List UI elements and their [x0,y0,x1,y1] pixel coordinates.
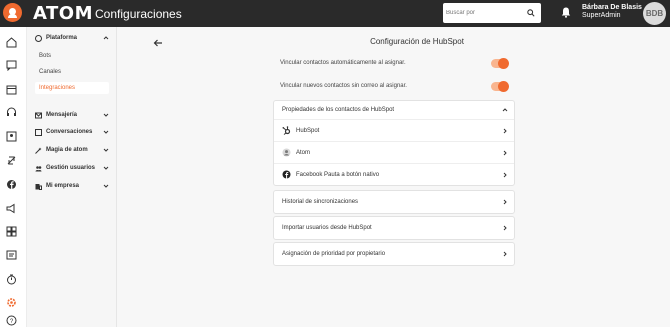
link-label: Importar usuarios desde HubSpot [282,225,372,231]
sidebar: Plataforma Bots Canales Integraciones Me… [27,27,117,327]
user-role: SuperAdmin [582,12,621,19]
back-arrow-icon[interactable] [153,38,163,48]
chevron-down-icon[interactable] [103,183,109,189]
help-icon[interactable]: ? [6,315,17,326]
properties-card: Propiedades de los contactos de HubSpot … [273,100,515,186]
chevron-right-icon[interactable] [502,172,508,178]
sidebar-subitem-integraciones[interactable]: Integraciones [35,82,109,94]
chevron-up-icon[interactable] [502,107,508,113]
timer-icon[interactable] [6,274,17,285]
toggle-label: Vincular contactos automáticamente al as… [280,60,406,66]
hubspot-icon [282,126,291,135]
settings-icon[interactable] [6,297,17,308]
svg-text:?: ? [10,319,14,325]
properties-header-label: Propiedades de los contactos de HubSpot [282,107,395,113]
platform-icon [35,34,42,42]
sync-history-card[interactable]: Historial de sincronizaciones [273,190,515,214]
property-label: Atom [296,149,311,156]
sidebar-item-mi-empresa[interactable]: Mi empresa [35,180,113,192]
main-content: Configuración de HubSpot Vincular contac… [117,27,670,327]
bell-icon[interactable] [561,7,571,18]
icon-rail: ? [0,27,27,327]
top-bar: ATOM Configuraciones Bárbara De Blasis S… [0,0,670,27]
conversations-icon [35,128,42,136]
sidebar-item-label: Plataforma [46,35,78,41]
toggle-auto-link[interactable] [491,58,509,69]
chevron-right-icon[interactable] [502,225,508,231]
owner-priority-card[interactable]: Asignación de prioridad por propietario [273,242,515,266]
search-icon[interactable] [527,9,535,17]
brand-name: ATOM [33,3,94,24]
sidebar-item-label: Mensajería [46,112,78,118]
import-users-card[interactable]: Importar usuarios desde HubSpot [273,216,515,240]
search-box [443,3,541,23]
search-input[interactable] [446,6,524,20]
page-title: Configuración de HubSpot [370,37,464,46]
sync-history-row[interactable]: Historial de sincronizaciones [274,191,514,213]
properties-header[interactable]: Propiedades de los contactos de HubSpot [274,101,514,119]
property-label: HubSpot [296,127,320,134]
chevron-right-icon[interactable] [502,128,508,134]
block-icon[interactable] [6,155,17,166]
sidebar-item-label: Mi empresa [46,183,80,189]
sidebar-item-magia[interactable]: Magia de atom [35,144,113,156]
property-row-hubspot[interactable]: HubSpot [274,119,514,141]
building-icon [35,183,42,190]
sidebar-item-conversaciones[interactable]: Conversaciones [35,126,113,138]
sidebar-item-plataforma[interactable]: Plataforma [35,32,113,44]
toggle-row-auto-link: Vincular contactos automáticamente al as… [280,56,510,70]
toggle-no-email[interactable] [491,81,509,92]
chat-icon[interactable] [6,60,17,71]
headset-icon[interactable] [6,107,17,118]
property-label: Facebook Pauta a botón nativo [296,171,380,178]
magic-wand-icon [35,147,42,154]
sidebar-item-label: Magia de atom [46,147,88,153]
calendar-icon[interactable] [6,84,17,95]
page-section-title: Configuraciones [95,7,182,21]
facebook-icon[interactable] [6,179,17,190]
messages-icon[interactable] [6,250,17,261]
sidebar-item-label: Conversaciones [46,129,93,135]
toggle-row-no-email: Vincular nuevos contactos sin correo al … [280,79,510,93]
sidebar-item-gestion-usuarios[interactable]: Gestión usuarios [35,162,113,174]
chevron-up-icon[interactable] [103,35,109,41]
avatar[interactable]: BDB [643,2,666,25]
chevron-right-icon[interactable] [502,150,508,156]
dashboard-icon[interactable] [6,226,17,237]
toggle-label: Vincular nuevos contactos sin correo al … [280,83,407,89]
chevron-down-icon[interactable] [103,165,109,171]
home-icon[interactable] [6,37,17,48]
mail-icon [35,112,42,119]
atom-logo-icon[interactable] [3,3,22,22]
users-icon [35,165,42,172]
owner-priority-row[interactable]: Asignación de prioridad por propietario [274,243,514,265]
chevron-down-icon[interactable] [103,147,109,153]
sidebar-subitem-bots[interactable]: Bots [35,50,109,62]
sidebar-subitem-canales[interactable]: Canales [35,66,109,78]
atom-avatar-icon [282,148,291,157]
sidebar-item-mensajeria[interactable]: Mensajería [35,109,113,121]
link-label: Historial de sincronizaciones [282,199,359,205]
contacts-icon[interactable] [6,131,17,142]
facebook-icon [282,170,291,179]
chevron-down-icon[interactable] [103,112,109,118]
chevron-right-icon[interactable] [502,199,508,205]
sidebar-item-label: Gestión usuarios [46,165,96,171]
megaphone-icon[interactable] [6,203,17,214]
link-label: Asignación de prioridad por propietario [282,251,386,257]
chevron-right-icon[interactable] [502,251,508,257]
property-row-facebook[interactable]: Facebook Pauta a botón nativo [274,163,514,185]
property-row-atom[interactable]: Atom [274,141,514,163]
user-name[interactable]: Bárbara De Blasis [582,4,642,11]
chevron-down-icon[interactable] [103,129,109,135]
import-users-row[interactable]: Importar usuarios desde HubSpot [274,217,514,239]
